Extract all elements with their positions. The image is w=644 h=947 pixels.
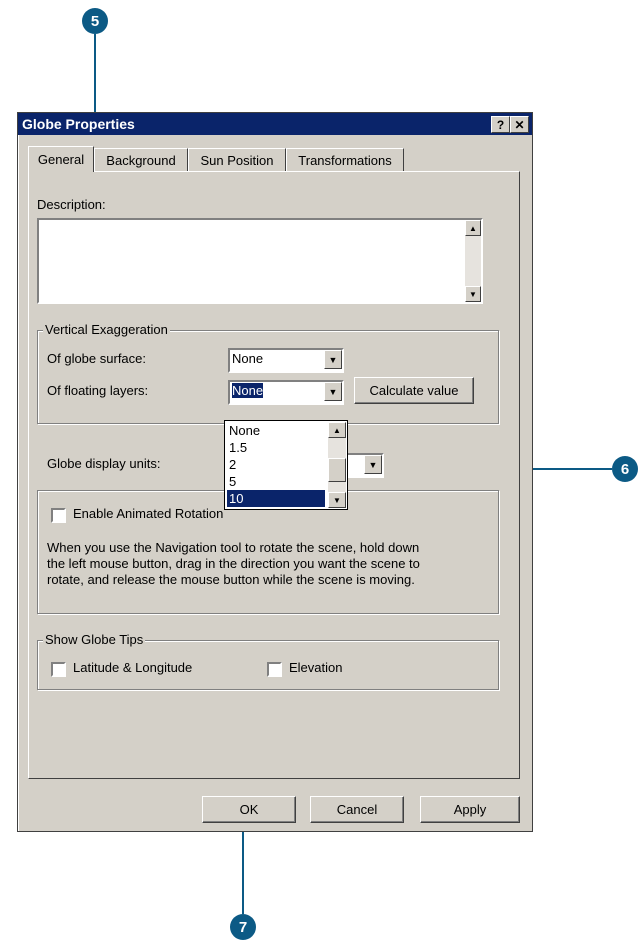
description-label: Description: <box>37 197 106 212</box>
floating-exaggeration-dropdown[interactable]: None 1.5 2 5 10 ▲ ▼ <box>224 420 348 510</box>
tab-background-label: Background <box>106 152 176 168</box>
scroll-up-icon[interactable]: ▲ <box>328 422 346 438</box>
tab-transformations[interactable]: Transformations <box>286 148 404 172</box>
scroll-thumb[interactable] <box>328 458 346 482</box>
apply-label: Apply <box>453 802 487 817</box>
tab-sun-position-label: Sun Position <box>200 152 274 168</box>
callout-7-label: 7 <box>238 918 248 936</box>
ok-button[interactable]: OK <box>202 796 296 823</box>
description-textarea[interactable]: ▲ ▼ <box>37 218 483 304</box>
callout-5-label: 5 <box>90 12 100 30</box>
dropdown-option[interactable]: 1.5 <box>227 439 325 456</box>
latlong-checkbox[interactable] <box>51 662 66 677</box>
dropdown-option-selected[interactable]: 10 <box>227 490 325 507</box>
title-bar: Globe Properties ? ✕ <box>18 113 532 135</box>
rotation-help-text-line-3: rotate, and release the mouse button whi… <box>47 572 415 587</box>
window-title: Globe Properties <box>22 116 135 132</box>
rotation-help-text-line-2: the left mouse button, drag in the direc… <box>47 556 420 571</box>
tab-general[interactable]: General <box>28 146 94 172</box>
chevron-down-icon[interactable]: ▼ <box>364 455 382 474</box>
callout-6: 6 <box>612 456 638 482</box>
close-icon: ✕ <box>514 117 525 132</box>
help-button[interactable]: ? <box>491 116 510 133</box>
surface-exaggeration-value: None <box>232 351 264 366</box>
surface-exaggeration-select[interactable]: None ▼ <box>228 348 344 373</box>
elevation-checkbox[interactable] <box>267 662 282 677</box>
animated-rotation-checkbox[interactable] <box>51 508 66 523</box>
floating-exaggeration-select[interactable]: None ▼ <box>228 380 344 405</box>
floating-label: Of floating layers: <box>47 383 149 398</box>
calculate-value-label: Calculate value <box>369 383 459 398</box>
scroll-up-icon[interactable]: ▲ <box>465 220 481 236</box>
callout-7: 7 <box>230 914 256 940</box>
apply-button[interactable]: Apply <box>420 796 520 823</box>
surface-label: Of globe surface: <box>47 351 146 366</box>
scroll-down-icon[interactable]: ▼ <box>465 286 481 302</box>
rotation-help-text-line-1: When you use the Navigation tool to rota… <box>47 540 420 555</box>
tab-sun-position[interactable]: Sun Position <box>188 148 286 172</box>
latlong-label: Latitude & Longitude <box>73 660 193 675</box>
callout-6-label: 6 <box>620 460 630 478</box>
vertical-exaggeration-title: Vertical Exaggeration <box>43 322 170 337</box>
tab-background[interactable]: Background <box>94 148 188 172</box>
chevron-down-icon[interactable]: ▼ <box>324 350 342 369</box>
chevron-down-icon[interactable]: ▼ <box>324 382 342 401</box>
callout-5: 5 <box>82 8 108 34</box>
dropdown-option[interactable]: 5 <box>227 473 325 490</box>
close-button[interactable]: ✕ <box>510 116 529 133</box>
display-units-label: Globe display units: <box>47 456 161 471</box>
dropdown-scrollbar[interactable]: ▲ ▼ <box>328 422 346 508</box>
description-scrollbar[interactable]: ▲ ▼ <box>465 220 481 302</box>
dropdown-option[interactable]: None <box>227 422 325 439</box>
globe-tips-title: Show Globe Tips <box>43 632 146 647</box>
animated-rotation-label: Enable Animated Rotation <box>73 506 224 521</box>
calculate-value-button[interactable]: Calculate value <box>354 377 474 404</box>
cancel-button[interactable]: Cancel <box>310 796 404 823</box>
scroll-down-icon[interactable]: ▼ <box>328 492 346 508</box>
dropdown-option[interactable]: 2 <box>227 456 325 473</box>
ok-label: OK <box>239 802 259 817</box>
tab-transformations-label: Transformations <box>298 152 392 168</box>
cancel-label: Cancel <box>336 802 378 817</box>
elevation-label: Elevation <box>289 660 343 675</box>
help-icon: ? <box>496 117 505 132</box>
tab-general-label: General <box>37 152 85 167</box>
floating-exaggeration-value: None <box>232 383 264 398</box>
